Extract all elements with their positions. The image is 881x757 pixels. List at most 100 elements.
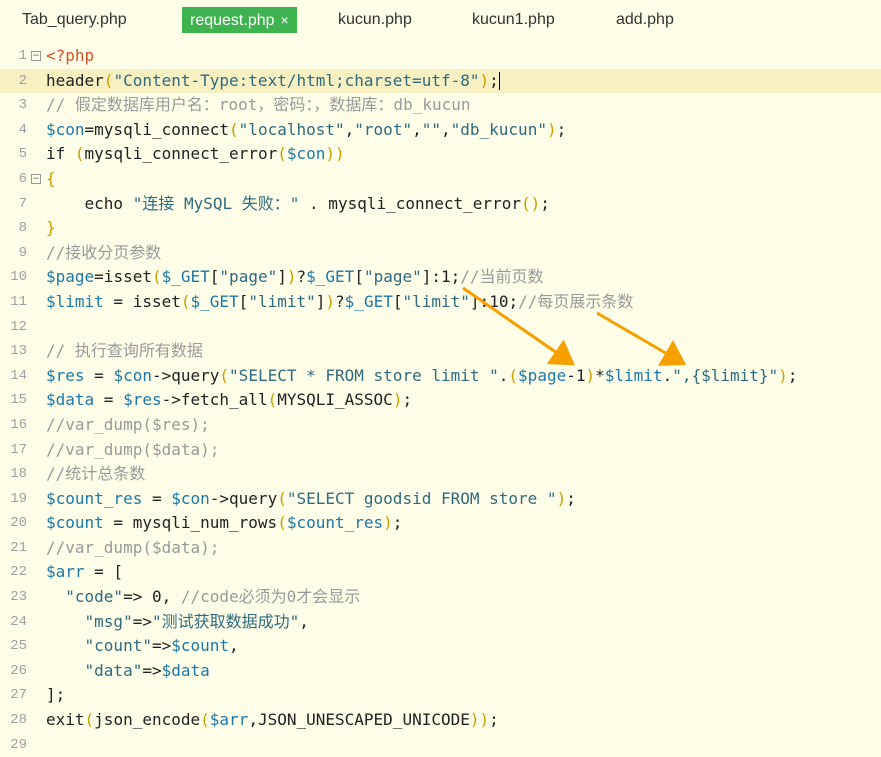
code-line[interactable]: 19 $count_res = $con->query("SELECT goods…: [0, 487, 881, 512]
code-line[interactable]: 28 exit(json_encode($arr,JSON_UNESCAPED_U…: [0, 708, 881, 733]
line-number: 23: [10, 589, 27, 606]
code-token: $limit: [46, 291, 104, 311]
code-token: ]:10;: [469, 291, 519, 311]
line-number: 24: [10, 613, 27, 630]
code-line[interactable]: 25 "count"=>$count,: [0, 634, 881, 659]
code-token: ): [392, 390, 403, 410]
code-token: . mysqli_connect_error: [299, 193, 521, 213]
code-token: =: [84, 365, 114, 385]
code-token: (: [74, 144, 85, 164]
code-token: // 执行查询所有数据: [46, 341, 203, 361]
code-token: (: [267, 390, 278, 410]
code-token: ;: [489, 710, 499, 730]
code-token: ?: [335, 291, 345, 311]
code-text: //统计总条数: [46, 462, 145, 487]
code-line[interactable]: 1− <?php: [0, 44, 881, 69]
code-token: //每页展示条数: [518, 291, 634, 311]
line-number: 13: [10, 343, 27, 360]
code-token: (: [219, 365, 230, 385]
line-number: 5: [18, 146, 27, 163]
tab-request[interactable]: request.php ×: [182, 7, 297, 33]
code-token: "limit": [248, 291, 316, 311]
code-text: $data = $res->fetch_all(MYSQLI_ASSOC);: [46, 388, 412, 413]
code-token: $arr: [46, 562, 85, 582]
code-line[interactable]: 22 $arr = [: [0, 560, 881, 585]
code-token: //var_dump($data);: [46, 439, 220, 459]
code-line[interactable]: 21 //var_dump($data);: [0, 536, 881, 561]
code-line[interactable]: 4 $con=mysqli_connect("localhost","root",…: [0, 118, 881, 143]
code-text: exit(json_encode($arr,JSON_UNESCAPED_UNI…: [46, 708, 499, 733]
code-token: )): [469, 710, 490, 730]
tab-label: kucun1.php: [472, 11, 555, 28]
code-line[interactable]: 15 $data = $res->fetch_all(MYSQLI_ASSOC);: [0, 388, 881, 413]
tab-kucun[interactable]: kucun.php: [330, 7, 420, 33]
code-text: //接收分页参数: [46, 241, 161, 266]
code-line[interactable]: 17 //var_dump($data);: [0, 438, 881, 463]
line-number: 15: [10, 392, 27, 409]
code-text: // 执行查询所有数据: [46, 339, 203, 364]
code-line[interactable]: 14 $res = $con->query("SELECT * FROM stor…: [0, 364, 881, 389]
fold-toggle-icon[interactable]: −: [31, 51, 41, 61]
code-token: $page: [518, 365, 567, 385]
code-token: ->query: [151, 365, 220, 385]
code-area[interactable]: 1− <?php 2 header("Content-Type:text/html;c…: [0, 44, 881, 757]
code-token: "page": [363, 267, 422, 287]
tab-tab-query[interactable]: Tab_query.php: [14, 7, 135, 33]
code-text: $limit = isset($_GET["limit"])?$_GET["li…: [46, 290, 633, 315]
code-line[interactable]: 2 header("Content-Type:text/html;charset=…: [0, 68, 881, 94]
code-line[interactable]: 8}: [0, 216, 881, 241]
code-line[interactable]: 10 $page=isset($_GET["page"])?$_GET["page…: [0, 265, 881, 290]
code-token: ,: [412, 119, 422, 139]
code-line[interactable]: 24 "msg"=>"测试获取数据成功",: [0, 610, 881, 635]
line-number: 1: [18, 48, 27, 64]
line-number: 16: [10, 416, 27, 433]
code-token: = mysqli_num_rows: [103, 513, 278, 533]
code-line[interactable]: 16 //var_dump($res);: [0, 413, 881, 438]
code-line[interactable]: 29: [0, 733, 881, 757]
code-text: $arr = [: [46, 560, 123, 585]
line-number: 8: [18, 220, 27, 237]
code-line[interactable]: 12: [0, 315, 881, 340]
code-token: $data: [161, 660, 210, 680]
code-line[interactable]: 23 "code"=> 0, //code必须为0才会显示: [0, 585, 881, 610]
line-number: 7: [18, 195, 27, 212]
code-line[interactable]: 6−{: [0, 167, 881, 192]
tab-add[interactable]: add.php: [608, 7, 682, 33]
code-line[interactable]: 27];: [0, 683, 881, 708]
code-token: $_GET: [161, 267, 210, 287]
line-number: 19: [10, 490, 27, 507]
code-line[interactable]: 11 $limit = isset($_GET["limit"])?$_GET["…: [0, 290, 881, 315]
code-text: $con=mysqli_connect("localhost","root","…: [46, 118, 566, 143]
code-token: "count": [84, 636, 152, 656]
line-number: 3: [18, 97, 27, 114]
code-token: = [: [84, 562, 124, 582]
code-line[interactable]: 20 $count = mysqli_num_rows($count_res);: [0, 511, 881, 536]
tab-label: Tab_query.php: [22, 11, 127, 28]
code-line[interactable]: 5 if (mysqli_connect_error($con)): [0, 142, 881, 167]
code-token: ->fetch_all: [161, 390, 268, 410]
code-line[interactable]: 3 // 假定数据库用户名：root，密码：，数据库：db_kucun: [0, 93, 881, 118]
text-cursor: [498, 72, 500, 91]
code-token: $count_res: [46, 488, 143, 508]
code-token: ",{$limit}": [672, 365, 779, 385]
code-editor[interactable]: Tab_query.php request.php × kucun.php kuc…: [0, 0, 881, 757]
code-line[interactable]: 26 "data"=>$data: [0, 659, 881, 684]
code-token: ;: [556, 119, 567, 139]
code-token: //var_dump($data);: [46, 537, 220, 557]
close-icon[interactable]: ×: [281, 12, 289, 28]
code-line[interactable]: 7 echo "连接 MySQL 失败：" . mysqli_connect_e…: [0, 192, 881, 217]
code-line[interactable]: 13 // 执行查询所有数据: [0, 339, 881, 364]
code-text: if (mysqli_connect_error($con)): [46, 142, 345, 167]
code-text: ];: [46, 683, 65, 708]
code-token: echo: [46, 193, 133, 213]
code-token: "SELECT * FROM store limit ": [229, 365, 499, 385]
fold-toggle-icon[interactable]: −: [31, 173, 41, 184]
tab-kucun1[interactable]: kucun1.php: [464, 7, 563, 33]
code-token: "root": [354, 119, 413, 139]
code-line[interactable]: 9 //接收分页参数: [0, 241, 881, 266]
code-token: [: [354, 267, 364, 287]
line-number: 17: [10, 441, 27, 458]
code-text: "count"=>$count,: [46, 634, 239, 659]
code-line[interactable]: 18 //统计总条数: [0, 462, 881, 487]
